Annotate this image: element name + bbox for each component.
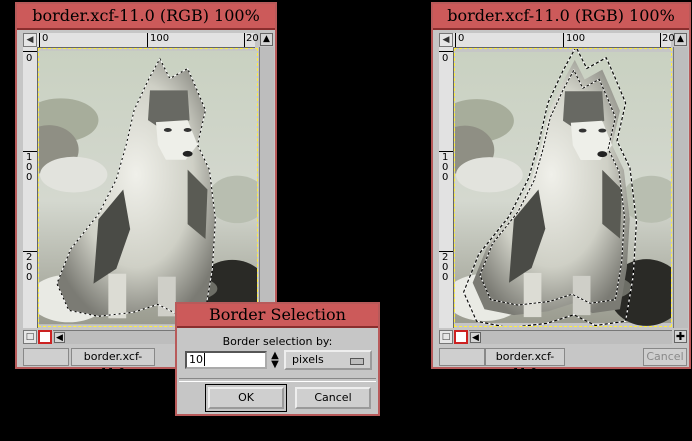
- ruler-label: 2 0 0: [442, 252, 449, 283]
- option-menu-icon: [350, 358, 364, 365]
- scroll-arrow-left-icon[interactable]: ◀: [470, 332, 481, 343]
- window-title-right[interactable]: border.xcf-11.0 (RGB) 100%: [433, 4, 689, 30]
- dialog-separator: [179, 378, 376, 382]
- horizontal-scrollbar-right[interactable]: ◀: [469, 330, 672, 344]
- spin-arrow-icon[interactable]: ▲ ▼: [269, 351, 281, 370]
- scroll-arrow-left-icon[interactable]: ◀: [54, 332, 65, 343]
- wolf-image: [455, 49, 671, 326]
- ruler-label: 0: [442, 53, 449, 64]
- ruler-label: 20: [246, 33, 259, 44]
- border-size-input[interactable]: 10: [185, 351, 267, 369]
- status-label-left: border.xcf-11.0: [71, 348, 155, 379]
- navigate-icon[interactable]: ◀: [439, 33, 453, 47]
- ok-button[interactable]: OK: [208, 387, 284, 409]
- border-selection-dialog[interactable]: Border Selection Border selection by: 10…: [175, 302, 380, 416]
- border-size-value: 10: [189, 353, 203, 366]
- ok-button-frame: OK: [205, 384, 287, 412]
- ruler-label: 20: [662, 33, 675, 44]
- unit-select[interactable]: pixels: [284, 350, 372, 370]
- navigate-icon[interactable]: ◀: [23, 33, 37, 47]
- vertical-ruler-right: 0 1 0 0 2 0 0: [439, 47, 454, 328]
- ruler-label: 2 0 0: [26, 252, 33, 283]
- window-title-left[interactable]: border.xcf-11.0 (RGB) 100%: [17, 4, 275, 30]
- ruler-label: 1 0 0: [442, 152, 449, 183]
- quickmask-icon[interactable]: □: [23, 330, 37, 344]
- vertical-scrollbar-left[interactable]: [259, 47, 274, 328]
- unit-select-value: pixels: [292, 353, 324, 366]
- ruler-label: 100: [566, 33, 586, 44]
- scroll-arrow-up-icon[interactable]: ▲: [260, 33, 273, 46]
- quickmask-toggle-icon[interactable]: [38, 330, 52, 344]
- ruler-label: 100: [150, 33, 170, 44]
- image-canvas-left[interactable]: [38, 48, 258, 327]
- ruler-label: 0: [42, 33, 49, 44]
- navigation-cross-icon[interactable]: ✚: [674, 330, 687, 343]
- ruler-label: 0: [458, 33, 465, 44]
- cancel-button-right[interactable]: Cancel: [643, 348, 687, 366]
- cancel-button[interactable]: Cancel: [295, 387, 371, 409]
- status-area-left: [23, 348, 69, 366]
- dialog-prompt: Border selection by:: [222, 335, 333, 348]
- wolf-image: [39, 50, 257, 326]
- horizontal-ruler-right: 0 100 20: [453, 33, 675, 48]
- scroll-arrow-up-icon[interactable]: ▲: [674, 33, 687, 46]
- ruler-label: 0: [26, 53, 33, 64]
- image-canvas-right[interactable]: [454, 48, 672, 327]
- image-window-right[interactable]: border.xcf-11.0 (RGB) 100% ◀ 0 100 20 ▲ …: [431, 2, 691, 379]
- status-label-right: border.xcf-11.0: [485, 348, 565, 379]
- status-area-right: [439, 348, 485, 366]
- vertical-scrollbar-right[interactable]: [673, 47, 688, 328]
- ruler-label: 1 0 0: [26, 152, 33, 183]
- horizontal-ruler-left: 0 100 20: [37, 33, 259, 48]
- dialog-title[interactable]: Border Selection: [177, 304, 378, 328]
- quickmask-icon[interactable]: □: [439, 330, 453, 344]
- vertical-ruler-left: 0 1 0 0 2 0 0: [23, 47, 38, 328]
- quickmask-toggle-icon[interactable]: [454, 330, 468, 344]
